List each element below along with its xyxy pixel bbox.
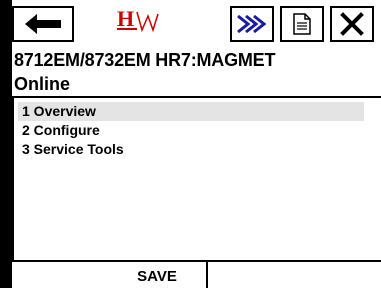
hart-logo: H <box>112 2 188 42</box>
device-title: 8712EM/8732EM HR7:MAGMET <box>14 50 276 70</box>
close-button[interactable] <box>330 6 374 42</box>
forward-button[interactable] <box>230 6 274 42</box>
app-window: H 8712EM/8732EM HR7:MAGMET Online 1 Over… <box>0 0 381 288</box>
menu-list: 1 Overview 2 Configure 3 Service Tools <box>12 96 381 260</box>
svg-text:H: H <box>117 6 134 31</box>
left-arrow-icon <box>25 14 61 34</box>
save-button[interactable]: SAVE <box>108 262 208 288</box>
toolbar: H <box>12 0 381 46</box>
hart-logo-icon: H <box>117 6 159 33</box>
window-left-border <box>0 0 12 288</box>
double-chevron-right-icon <box>237 14 267 34</box>
menu-item-configure[interactable]: 2 Configure <box>18 121 364 140</box>
document-button[interactable] <box>280 6 324 42</box>
connection-status: Online <box>14 74 71 94</box>
menu-item-service-tools[interactable]: 3 Service Tools <box>18 140 364 159</box>
close-x-icon <box>340 12 364 36</box>
bottom-bar: SAVE <box>12 260 381 288</box>
menu-item-overview[interactable]: 1 Overview <box>18 102 364 121</box>
document-icon <box>293 13 311 35</box>
back-button[interactable] <box>12 6 74 42</box>
